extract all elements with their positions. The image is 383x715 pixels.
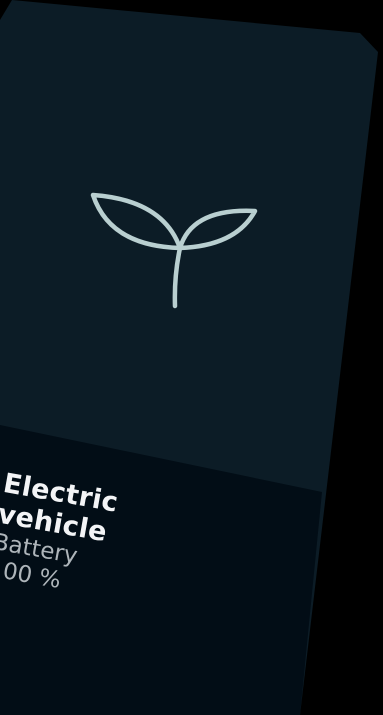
- screen: Electric vehicle Battery 100 %: [0, 0, 383, 715]
